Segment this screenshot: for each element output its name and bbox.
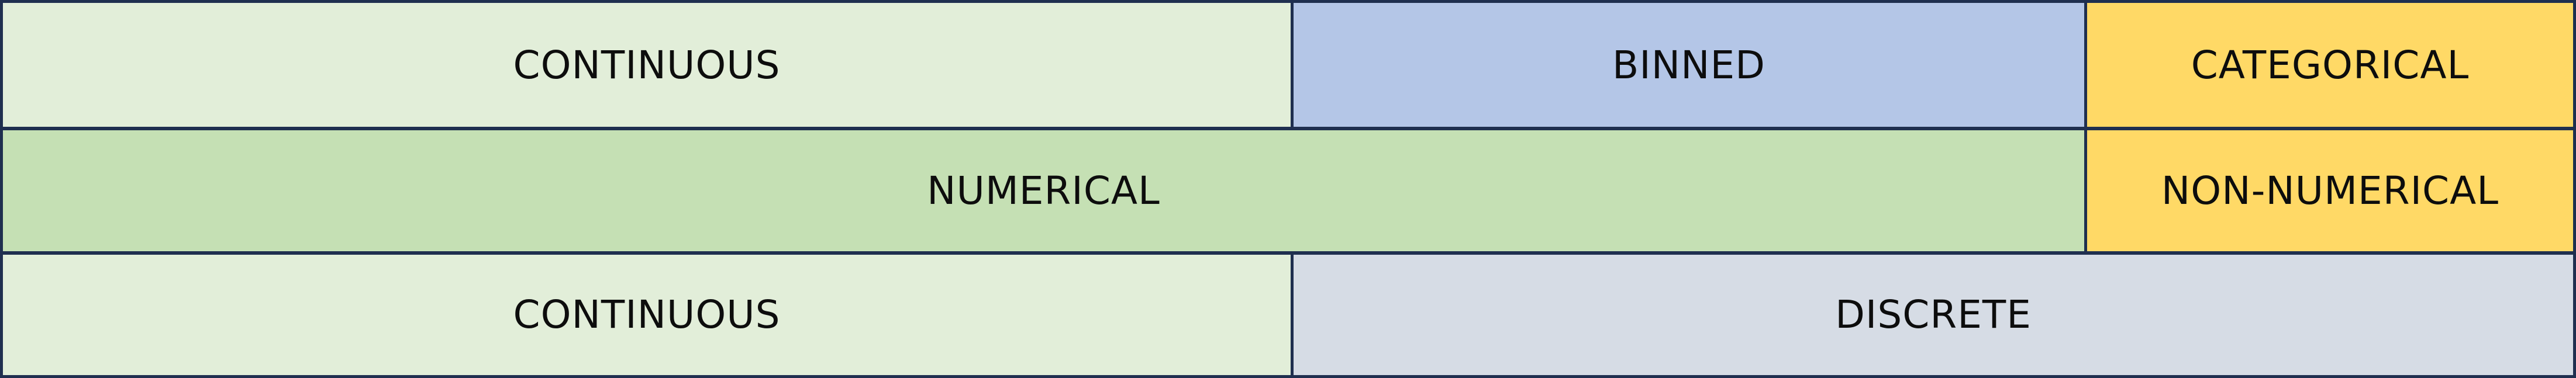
cell-label-binned: BINNED bbox=[1612, 42, 1765, 88]
cell-label-continuous-bottom: CONTINUOUS bbox=[513, 292, 781, 338]
cell-label-continuous-top: CONTINUOUS bbox=[513, 42, 781, 88]
cell-binned: BINNED bbox=[1291, 3, 2084, 127]
cell-label-discrete: DISCRETE bbox=[1835, 292, 2032, 338]
row-encoding: CONTINUOUS BINNED CATEGORICAL bbox=[3, 3, 2573, 127]
cell-numerical: NUMERICAL bbox=[3, 130, 2084, 251]
cell-label-non-numerical: NON-NUMERICAL bbox=[2161, 168, 2499, 213]
cell-label-numerical: NUMERICAL bbox=[927, 168, 1160, 213]
row-type: NUMERICAL NON-NUMERICAL bbox=[3, 127, 2573, 251]
cell-categorical: CATEGORICAL bbox=[2084, 3, 2573, 127]
cell-label-categorical: CATEGORICAL bbox=[2191, 42, 2470, 88]
row-measure: CONTINUOUS DISCRETE bbox=[3, 251, 2573, 375]
variable-type-diagram: CONTINUOUS BINNED CATEGORICAL NUMERICAL … bbox=[0, 0, 2576, 378]
cell-non-numerical: NON-NUMERICAL bbox=[2084, 130, 2573, 251]
cell-continuous-top: CONTINUOUS bbox=[3, 3, 1291, 127]
cell-continuous-bottom: CONTINUOUS bbox=[3, 254, 1291, 375]
cell-discrete: DISCRETE bbox=[1291, 254, 2573, 375]
